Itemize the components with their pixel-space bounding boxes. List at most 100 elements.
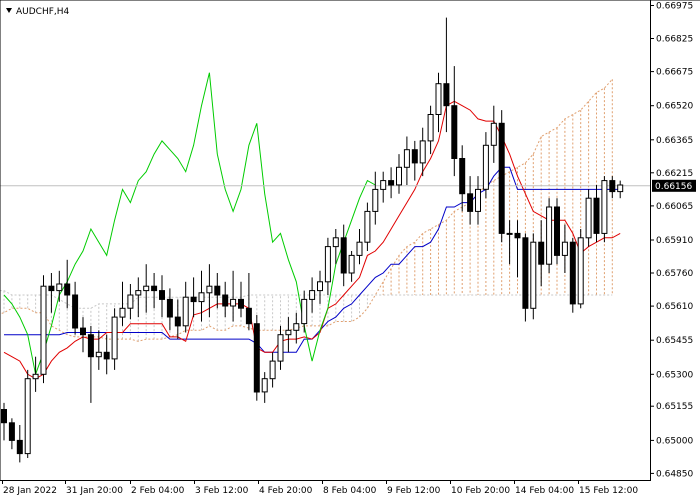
- y-tick-label: 0.65155: [656, 402, 693, 412]
- candle: [554, 198, 560, 265]
- candle-body: [396, 166, 402, 186]
- y-tick-label: 0.65760: [656, 269, 693, 279]
- candle-body: [190, 296, 197, 303]
- candle-body: [482, 144, 489, 190]
- candle-body: [80, 327, 86, 336]
- candle-body: [554, 206, 560, 256]
- candle-body: [459, 158, 466, 195]
- candle-body: [151, 285, 158, 292]
- candle: [546, 198, 553, 273]
- candle-body: [427, 114, 434, 142]
- candle-body: [546, 206, 553, 265]
- candle: [40, 275, 47, 384]
- price-tag-label: 0.66156: [655, 182, 692, 192]
- candle-body: [261, 378, 268, 393]
- candle-body: [506, 232, 513, 235]
- candle-body: [16, 439, 23, 455]
- x-tick-label: 3 Feb 12:00: [195, 486, 249, 496]
- candle: [585, 189, 592, 247]
- candle-body: [56, 283, 63, 292]
- y-tick-label: 0.66675: [656, 68, 693, 78]
- candle-body: [103, 351, 110, 360]
- candle-body: [174, 316, 181, 327]
- y-tick-label: 0.66215: [656, 169, 693, 179]
- candle-body: [569, 241, 576, 305]
- candle-body: [32, 373, 39, 380]
- candle-body: [451, 105, 458, 159]
- candle-body: [111, 316, 118, 360]
- candle-body: [1, 409, 7, 424]
- current-price-tag: 0.66156: [652, 179, 696, 192]
- candle: [253, 314, 260, 401]
- candle-body: [498, 122, 505, 234]
- candle-body: [380, 180, 387, 190]
- candle-body: [617, 184, 624, 193]
- candle-body: [127, 294, 134, 309]
- candle-body: [198, 292, 205, 303]
- candle-body: [64, 283, 71, 296]
- candle-body: [253, 323, 260, 393]
- y-tick-label: 0.66065: [656, 202, 693, 212]
- candle-body: [206, 285, 213, 294]
- candle: [24, 369, 31, 458]
- candle-body: [48, 285, 55, 292]
- x-tick-label: 31 Jan 20:00: [66, 486, 123, 496]
- x-tick-label: 9 Feb 12:00: [387, 486, 441, 496]
- candle-body: [301, 298, 308, 325]
- y-tick-label: 0.65610: [656, 302, 693, 312]
- candle-body: [135, 290, 142, 296]
- candle-body: [467, 193, 474, 212]
- y-tick-label: 0.65000: [656, 436, 693, 446]
- candle-body: [348, 254, 355, 274]
- candle-body: [285, 329, 292, 336]
- candle-body: [238, 298, 244, 309]
- candle-body: [356, 241, 363, 256]
- candle-body: [332, 237, 339, 248]
- candle-body: [222, 294, 229, 307]
- candle-body: [593, 197, 600, 234]
- y-tick-label: 0.65300: [656, 370, 693, 380]
- x-tick-label: 14 Feb 04:00: [515, 486, 574, 496]
- candle-body: [601, 180, 608, 234]
- x-tick-label: 4 Feb 20:00: [259, 486, 313, 496]
- candle: [577, 229, 584, 309]
- candle-body: [585, 197, 592, 239]
- x-tick-label: 2 Feb 04:00: [131, 486, 185, 496]
- candle-body: [538, 241, 545, 265]
- y-tick-label: 0.65910: [656, 236, 693, 246]
- y-tick-label: 0.66825: [656, 35, 693, 45]
- y-tick-label: 0.64850: [656, 469, 693, 479]
- candle-body: [317, 281, 323, 292]
- candle-body: [403, 149, 410, 168]
- x-tick-label: 15 Feb 12:00: [579, 486, 638, 496]
- x-tick-label: 10 Feb 20:00: [451, 486, 510, 496]
- candle-body: [293, 323, 300, 331]
- candle-body: [475, 188, 481, 212]
- candle-body: [609, 180, 616, 193]
- candle-body: [166, 298, 173, 318]
- x-tick-label: 28 Jan 2022: [3, 486, 57, 496]
- chart-background: [0, 0, 700, 500]
- candle-body: [309, 290, 316, 300]
- candle-body: [522, 237, 529, 309]
- candle-body: [87, 334, 94, 358]
- candle-body: [8, 422, 15, 441]
- candle-body: [40, 285, 47, 375]
- candle-body: [514, 232, 521, 239]
- candle-body: [214, 285, 221, 296]
- candle-body: [443, 83, 450, 107]
- candle-body: [388, 180, 395, 186]
- candle-body: [577, 237, 584, 305]
- x-tick-label: 8 Feb 04:00: [323, 486, 377, 496]
- candle-body: [490, 122, 497, 146]
- candle-body: [245, 307, 252, 325]
- candle-body: [230, 298, 237, 307]
- candle: [498, 110, 505, 243]
- candle-body: [24, 378, 31, 455]
- candle: [569, 237, 576, 313]
- y-tick-label: 0.66365: [656, 136, 693, 146]
- candle-body: [72, 294, 79, 329]
- candle-body: [340, 237, 347, 274]
- y-tick-label: 0.65455: [656, 336, 693, 346]
- candle-body: [277, 334, 284, 362]
